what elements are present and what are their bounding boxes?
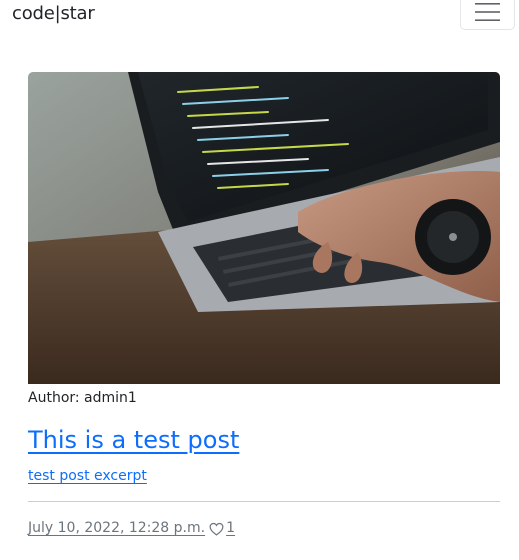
brand-logo[interactable]: code|star	[12, 2, 95, 26]
like-count: 1	[226, 520, 236, 536]
post-author: Author: admin1	[28, 390, 137, 406]
hamburger-menu-icon	[475, 3, 500, 21]
heart-outline-icon[interactable]	[209, 522, 224, 536]
post-date-link[interactable]: July 10, 2022, 12:28 p.m.	[28, 518, 205, 538]
post-excerpt-link[interactable]: test post excerpt	[28, 466, 147, 486]
navbar: code|star	[0, 0, 519, 40]
card-divider	[28, 501, 500, 502]
navbar-toggler-button[interactable]	[460, 0, 515, 30]
post-image	[28, 72, 500, 384]
post-title-link[interactable]: This is a test post	[28, 424, 239, 456]
post-meta: July 10, 2022, 12:28 p.m. 1	[28, 518, 235, 538]
